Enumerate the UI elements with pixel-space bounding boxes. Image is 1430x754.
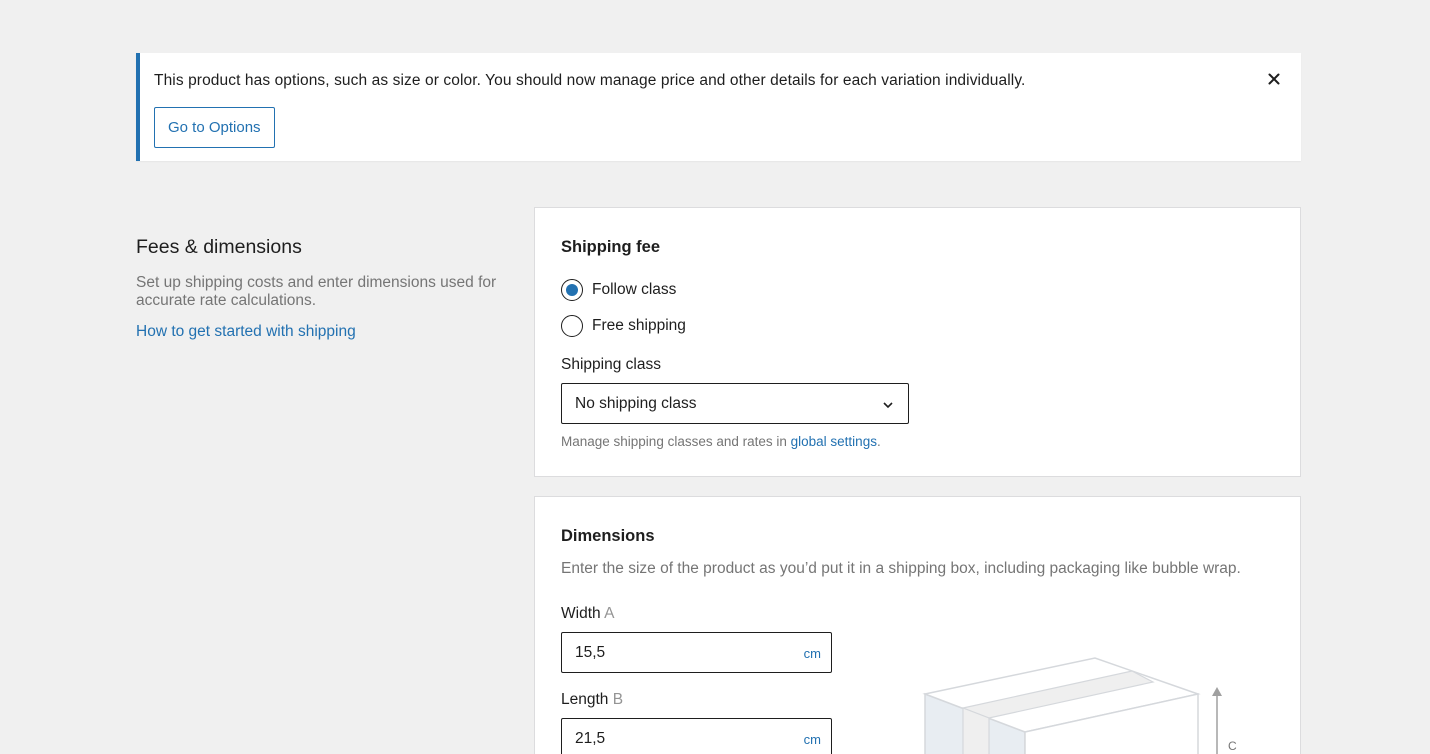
section-title: Fees & dimensions: [136, 236, 302, 258]
help-suffix: .: [876, 434, 881, 449]
radio-button-checked[interactable]: [561, 279, 583, 301]
dimensions-title: Dimensions: [561, 527, 655, 545]
close-icon[interactable]: [1265, 70, 1283, 88]
chevron-down-icon: [882, 398, 894, 410]
help-text: Manage shipping classes and rates in: [561, 434, 791, 449]
length-label-text: Length: [561, 691, 609, 708]
radio-label: Free shipping: [592, 317, 686, 334]
shipping-class-label: Shipping class: [561, 356, 661, 373]
variation-notice: This product has options, such as size o…: [136, 53, 1301, 161]
radio-button[interactable]: [561, 315, 583, 337]
shipping-help-link[interactable]: How to get started with shipping: [136, 323, 356, 341]
length-input[interactable]: 21,5 cm: [561, 718, 832, 754]
height-axis-label: C: [1228, 739, 1237, 753]
radio-label: Follow class: [592, 281, 677, 298]
dimensions-card: Dimensions Enter the size of the product…: [534, 496, 1301, 754]
radio-free-shipping[interactable]: Free shipping: [561, 315, 686, 337]
length-label: Length B: [561, 691, 623, 709]
width-label-text: Width: [561, 605, 601, 622]
global-settings-link[interactable]: global settings: [791, 434, 877, 449]
shipping-fee-title: Shipping fee: [561, 238, 660, 256]
length-value: 21,5: [575, 730, 606, 747]
length-hint: B: [612, 691, 624, 708]
width-label: Width A: [561, 605, 614, 623]
section-description: Set up shipping costs and enter dimensio…: [136, 274, 497, 309]
select-value: No shipping class: [575, 395, 697, 412]
notice-text: This product has options, such as size o…: [154, 72, 1026, 89]
go-to-options-button[interactable]: Go to Options: [154, 107, 275, 148]
box-illustration: C: [920, 652, 1260, 754]
width-unit: cm: [803, 646, 821, 661]
shipping-class-select[interactable]: No shipping class: [561, 383, 909, 424]
dimensions-description: Enter the size of the product as you’d p…: [561, 560, 1241, 577]
shipping-class-help: Manage shipping classes and rates in glo…: [561, 434, 881, 449]
width-input[interactable]: 15,5 cm: [561, 632, 832, 673]
radio-follow-class[interactable]: Follow class: [561, 279, 676, 301]
width-hint: A: [604, 605, 615, 622]
shipping-fee-card: Shipping fee Follow class Free shipping …: [534, 207, 1301, 477]
width-value: 15,5: [575, 644, 606, 661]
length-unit: cm: [803, 732, 821, 747]
